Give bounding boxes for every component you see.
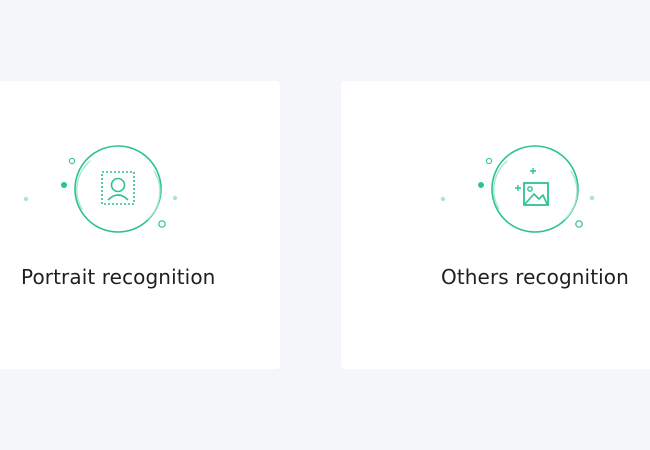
portrait-recognition-title: Portrait recognition (21, 265, 216, 289)
portrait-recognition-icon (23, 145, 178, 233)
others-recognition-card[interactable]: Others recognition (341, 81, 650, 369)
image-recognition-icon (440, 145, 595, 233)
portrait-recognition-card[interactable]: Portrait recognition (0, 81, 280, 369)
others-recognition-title: Others recognition (441, 265, 629, 289)
